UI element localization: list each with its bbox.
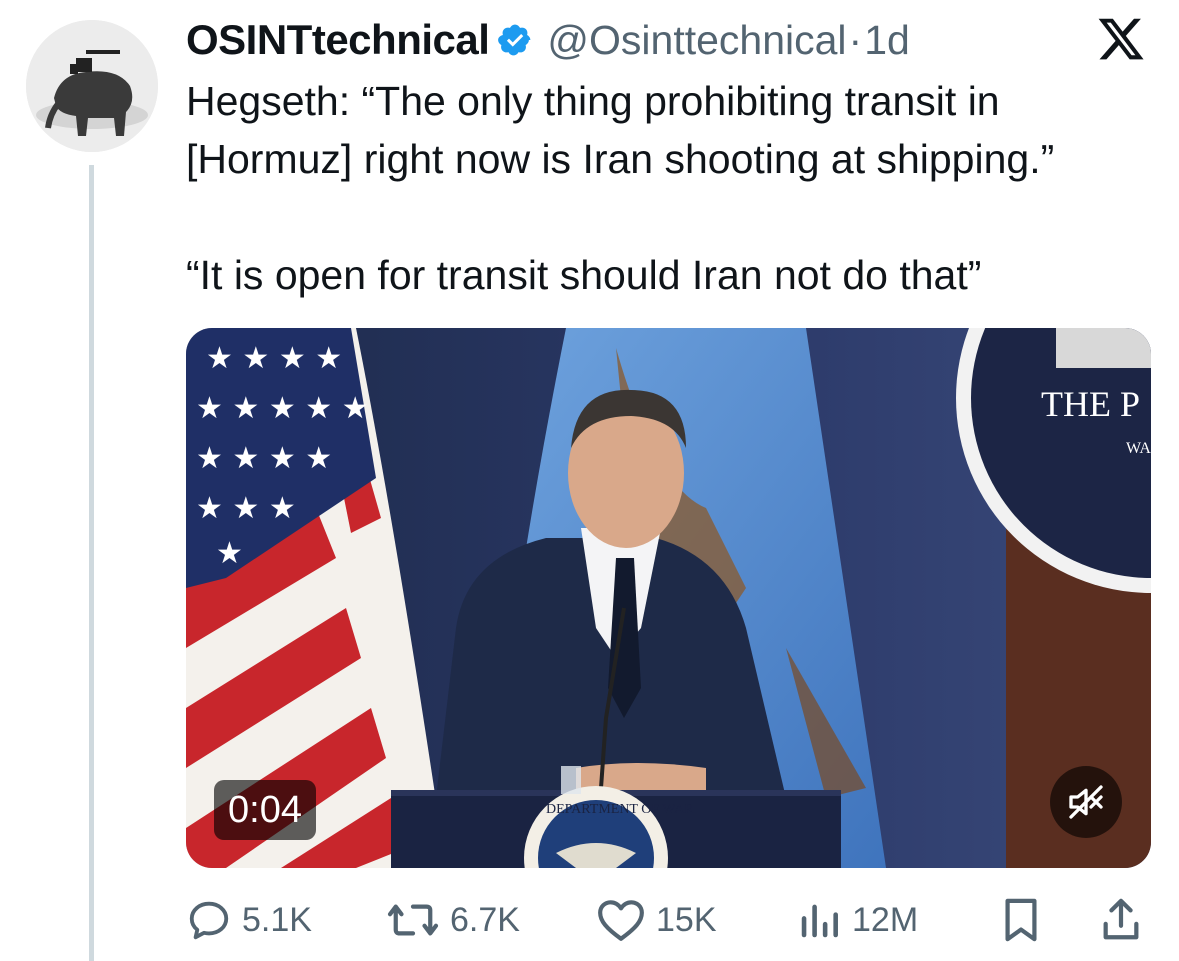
tweet-header: OSINTtechnical @Osinttechnical · 1d xyxy=(186,12,910,68)
tweet-text: Hegseth: “The only thing prohibiting tra… xyxy=(186,72,1166,304)
video-duration: 0:04 xyxy=(214,780,316,840)
share-icon xyxy=(1103,898,1139,940)
verified-badge-icon xyxy=(497,22,533,58)
like-button[interactable]: 15K xyxy=(596,890,717,950)
reply-count: 5.1K xyxy=(242,900,312,939)
avatar[interactable] xyxy=(26,20,158,152)
display-name[interactable]: OSINTtechnical xyxy=(186,16,490,64)
video-player[interactable]: THE P WA ★ ★ ★ ★ ★ ★ ★ ★ ★ ★ ★ ★ ★ ★ ★ ★… xyxy=(186,328,1151,868)
repost-icon xyxy=(387,904,439,936)
reply-icon xyxy=(189,901,229,940)
thread-line xyxy=(89,165,94,961)
like-icon xyxy=(598,900,644,941)
svg-text:★ ★ ★ ★: ★ ★ ★ ★ xyxy=(196,441,332,476)
repost-count: 6.7K xyxy=(450,900,520,939)
svg-text:★ ★ ★ ★ ★: ★ ★ ★ ★ ★ xyxy=(196,391,369,426)
reply-button[interactable]: 5.1K xyxy=(186,890,312,950)
video-frame: THE P WA ★ ★ ★ ★ ★ ★ ★ ★ ★ ★ ★ ★ ★ ★ ★ ★… xyxy=(186,328,1151,868)
repost-button[interactable]: 6.7K xyxy=(386,890,520,950)
handle[interactable]: @Osinttechnical xyxy=(547,17,846,64)
backdrop-text: THE P xyxy=(1041,384,1140,424)
timestamp[interactable]: 1d xyxy=(864,17,910,64)
tweet-text-line: [Hormuz] right now is Iran shooting at s… xyxy=(186,136,1055,182)
like-count: 15K xyxy=(656,900,717,939)
avatar-image xyxy=(26,20,158,152)
svg-text:★: ★ xyxy=(216,536,243,571)
svg-text:★ ★ ★: ★ ★ ★ xyxy=(196,491,296,526)
tweet-text-line: “It is open for transit should Iran not … xyxy=(186,252,982,298)
bookmark-icon xyxy=(1005,898,1037,942)
bookmark-button[interactable] xyxy=(998,890,1054,950)
mute-button[interactable] xyxy=(1050,766,1122,838)
x-logo-icon xyxy=(1096,14,1146,64)
mute-icon xyxy=(1069,785,1103,819)
seal-text: DEPARTMENT OF WAR xyxy=(546,802,694,817)
separator: · xyxy=(848,16,863,63)
views-icon xyxy=(801,904,838,938)
views-button[interactable]: 12M xyxy=(796,890,918,950)
backdrop-text-small: WA xyxy=(1126,440,1151,457)
svg-text:★ ★ ★ ★: ★ ★ ★ ★ xyxy=(206,341,342,376)
share-button[interactable] xyxy=(1098,890,1154,950)
tweet-text-line: Hegseth: “The only thing prohibiting tra… xyxy=(186,78,1000,124)
action-bar: 5.1K 6.7K 15K 12M xyxy=(186,890,1151,950)
views-count: 12M xyxy=(852,900,919,939)
